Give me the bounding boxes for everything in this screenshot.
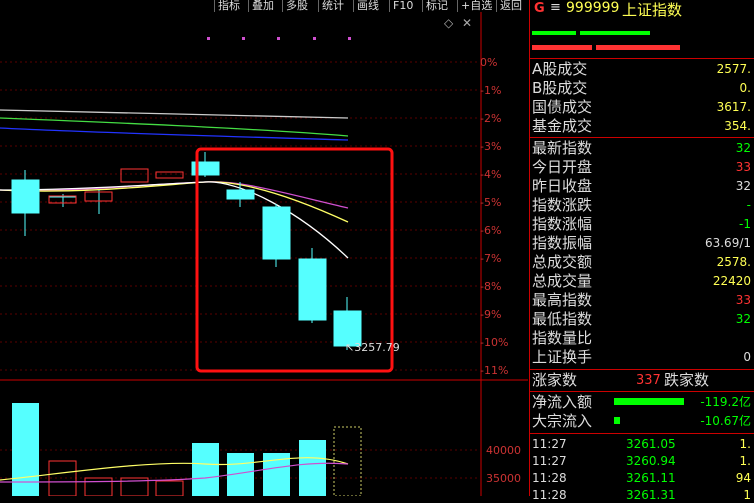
back-button[interactable]: 返回 <box>496 0 525 12</box>
tick-price: 3261.05 <box>626 437 676 451</box>
bid-ratio-bar <box>532 31 576 35</box>
stat-row: B股成交 <box>532 79 588 97</box>
overlay-button[interactable]: 叠加 <box>248 0 277 12</box>
flow-value: -10.67亿 <box>700 414 751 428</box>
divider <box>530 391 754 392</box>
axis-label-pct: -4% <box>480 168 502 181</box>
stat-row: 国债成交 <box>532 98 593 116</box>
mark-button[interactable]: 标记 <box>422 0 451 12</box>
stat-value: 33 <box>735 293 751 307</box>
tick-row: 11:28 <box>532 471 567 485</box>
quote-panel: G ≡ 999999 上证指数 A股成交 2577. B股成交 0. 国债成交 … <box>529 0 754 502</box>
down-count-label: 跌家数 <box>664 371 710 389</box>
stat-row: 指数振幅 <box>532 234 593 252</box>
stat-value: 354. <box>724 119 751 133</box>
draw-line-button[interactable]: 画线 <box>353 0 382 12</box>
tick-volume: 94 <box>735 471 751 485</box>
stat-row: 最低指数 <box>532 310 593 328</box>
low-price-annotation: ↖3257.79 <box>345 341 400 354</box>
statistics-button[interactable]: 统计 <box>318 0 347 12</box>
axis-label-pct: -9% <box>480 308 502 321</box>
low-arrow-icon: ↖ <box>345 341 355 354</box>
flow-bar <box>614 398 684 405</box>
bid-ratio-bar <box>580 31 650 35</box>
tick-price: 3261.11 <box>626 471 676 485</box>
panel-header: G ≡ 999999 上证指数 <box>530 0 754 19</box>
stat-value: 32 <box>735 179 751 193</box>
axis-label-pct: -2% <box>480 112 502 125</box>
flow-row: 大宗流入 <box>532 412 593 430</box>
indicator-button[interactable]: 指标 <box>214 0 243 12</box>
stat-value: 32 <box>735 312 751 326</box>
axis-label-pct: -11% <box>480 364 509 377</box>
stat-row: 总成交额 <box>532 253 593 271</box>
stat-row: 指数量比 <box>532 329 593 347</box>
flow-bar <box>614 417 620 424</box>
stat-row: 指数涨幅 <box>532 215 593 233</box>
stat-value: 0. <box>739 81 751 95</box>
stock-name: 上证指数 <box>622 1 683 19</box>
stock-code: 999999 <box>566 0 620 16</box>
stat-row: A股成交 <box>532 60 588 78</box>
axis-label-pct: -5% <box>480 196 502 209</box>
stat-value: 33 <box>735 160 751 174</box>
price-chart-svg <box>0 12 528 496</box>
stat-value: - <box>746 198 751 212</box>
breadth-row: 涨家数 <box>532 371 578 389</box>
divider <box>530 433 754 434</box>
flow-value: -119.2亿 <box>700 395 751 409</box>
tick-row: 11:27 <box>532 437 567 451</box>
tick-row: 11:27 <box>532 454 567 468</box>
divider <box>530 369 754 370</box>
tick-price: 3260.94 <box>626 454 676 468</box>
stat-row: 昨日收盘 <box>532 177 593 195</box>
axis-label-pct: -1% <box>480 84 502 97</box>
axis-label-pct: -3% <box>480 140 502 153</box>
stat-value: 63.69/1 <box>704 236 751 250</box>
stat-value: 2577. <box>716 62 751 76</box>
add-watchlist-button[interactable]: +自选 <box>457 0 495 12</box>
stat-row: 指数涨跌 <box>532 196 593 214</box>
stat-row: 上证换手 <box>532 348 593 366</box>
stat-row: 基金成交 <box>532 117 593 135</box>
volume-axis-label: 40000 <box>486 444 521 457</box>
stat-value: 0 <box>743 350 751 364</box>
stat-value: 32 <box>735 141 751 155</box>
stat-row: 总成交量 <box>532 272 593 290</box>
tick-price: 3261.31 <box>626 488 676 502</box>
stat-row: 最高指数 <box>532 291 593 309</box>
flow-row: 净流入额 <box>532 393 593 411</box>
tick-volume: 1 <box>743 488 751 502</box>
tick-row: 11:28 <box>532 488 567 502</box>
axis-label-pct: -8% <box>480 280 502 293</box>
divider <box>530 137 754 138</box>
stat-value: 3617. <box>716 100 751 114</box>
menu-icon[interactable]: ≡ <box>550 0 561 15</box>
stat-value: -1 <box>739 217 751 231</box>
tick-volume: 1. <box>739 454 751 468</box>
axis-label-pct: -7% <box>480 252 502 265</box>
divider <box>530 58 754 59</box>
multi-stock-button[interactable]: 多股 <box>282 0 311 12</box>
stat-row: 最新指数 <box>532 139 593 157</box>
axis-label-pct: -10% <box>480 336 509 349</box>
ask-ratio-bar <box>596 45 680 50</box>
stat-value: 2578. <box>716 255 751 269</box>
stat-value: 22420 <box>712 274 751 288</box>
stat-row: 今日开盘 <box>532 158 593 176</box>
axis-label-pct: 0% <box>480 56 498 69</box>
axis-label-pct: -6% <box>480 224 502 237</box>
chart-toolbar: 指标 叠加 多股 统计 画线 F10 标记 +自选 返回 <box>0 0 528 12</box>
up-count: 337 <box>636 373 661 388</box>
ask-ratio-bar <box>532 45 592 50</box>
f10-button[interactable]: F10 <box>389 0 416 12</box>
market-g-icon[interactable]: G <box>534 1 545 16</box>
volume-axis-label: 35000 <box>486 472 521 485</box>
tick-volume: 1. <box>739 437 751 451</box>
candlestick-chart[interactable]: ◇ ✕ ↖3257.79 0% -1% -2% -3% -4% -5% -6% … <box>0 12 528 496</box>
